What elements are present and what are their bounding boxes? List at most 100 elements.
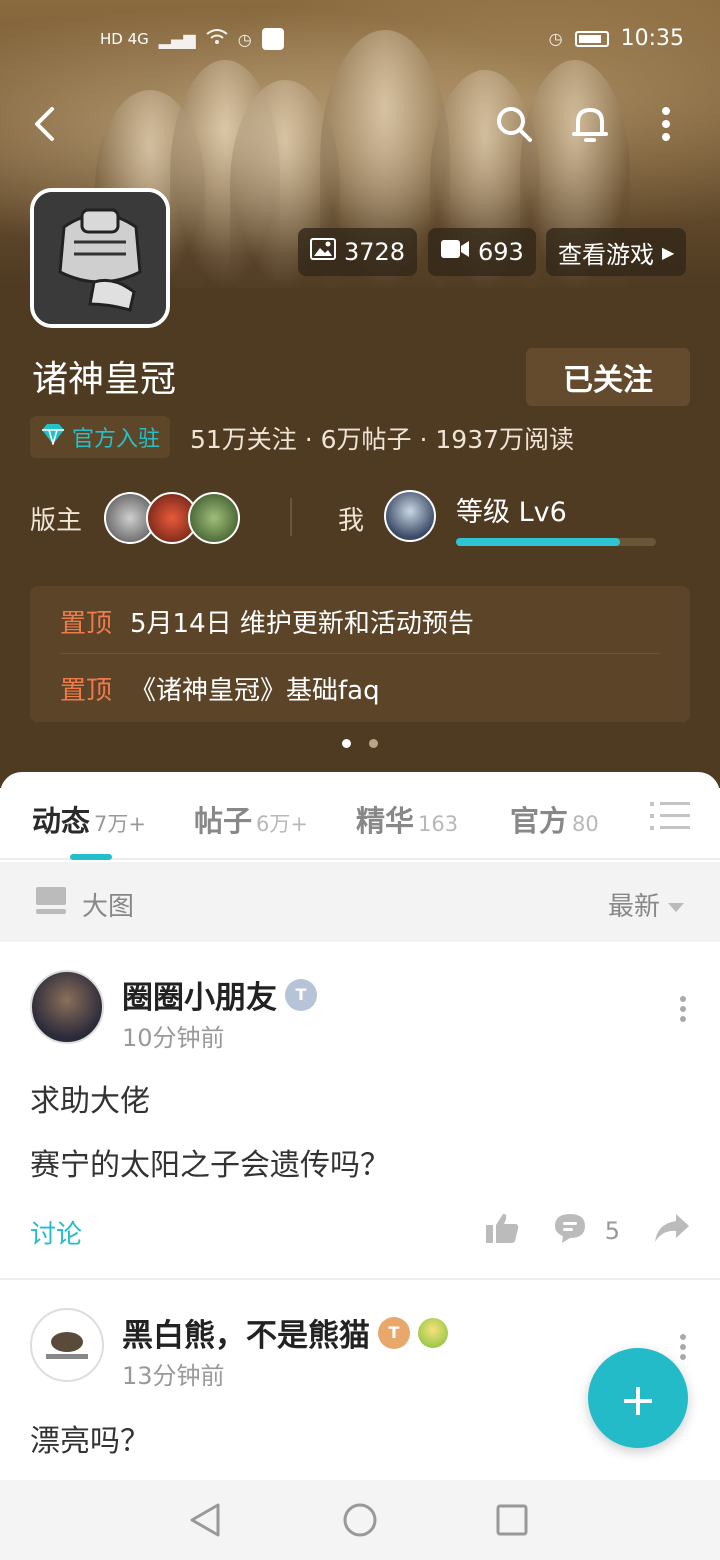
tab-list-icon[interactable] bbox=[650, 802, 690, 830]
pinned-tag: 置顶 bbox=[60, 675, 113, 706]
bell-icon[interactable] bbox=[566, 100, 614, 148]
image-icon bbox=[310, 238, 336, 266]
image-count: 3728 bbox=[344, 238, 406, 266]
game-title: 诸神皇冠 bbox=[32, 359, 177, 400]
level-progress-fill bbox=[456, 538, 620, 546]
post-more-icon[interactable] bbox=[678, 996, 688, 1026]
post-more-icon[interactable] bbox=[678, 1334, 688, 1364]
view-game-button[interactable]: 查看游戏 ▶ bbox=[546, 228, 687, 276]
divider bbox=[290, 498, 292, 536]
tab-label: 精华 bbox=[356, 804, 415, 838]
app-notification-icon bbox=[261, 28, 284, 50]
page-dot bbox=[369, 739, 378, 748]
me-label: 我 bbox=[338, 506, 365, 536]
more-menu-icon[interactable] bbox=[642, 100, 690, 148]
author-name-row: 黑白熊，不是熊猫 T bbox=[122, 1310, 448, 1355]
official-label: 官方入驻 bbox=[72, 427, 161, 452]
create-post-button[interactable] bbox=[588, 1348, 688, 1448]
level-progress-bar bbox=[456, 538, 656, 546]
system-home-icon[interactable] bbox=[340, 1500, 380, 1540]
feed-post[interactable]: 圈圈小朋友 T 10分钟前 求助大佬 赛宁的太阳之子会遗传吗？ 讨论 5 bbox=[0, 942, 720, 1278]
game-stats: 51万关注 · 6万帖子 · 1937万阅读 bbox=[190, 425, 575, 454]
status-time: 10:35 bbox=[620, 26, 684, 51]
post-time: 10分钟前 bbox=[122, 1024, 225, 1052]
large-image-icon bbox=[36, 887, 66, 922]
author-avatar[interactable] bbox=[30, 970, 104, 1044]
sort-label: 最新 bbox=[607, 892, 660, 922]
moderator-avatar[interactable] bbox=[188, 492, 240, 544]
level-text: 等级 Lv6 bbox=[456, 497, 567, 528]
network-label: HD 4G bbox=[100, 30, 149, 48]
tab-posts[interactable]: 帖子 6万+ bbox=[194, 798, 308, 840]
pinned-item[interactable]: 置顶 5月14日 维护更新和活动预告 bbox=[60, 588, 660, 654]
tab-official[interactable]: 官方 80 bbox=[510, 798, 599, 840]
author-name[interactable]: 圈圈小朋友 bbox=[122, 972, 277, 1017]
page-dot-active bbox=[342, 739, 351, 748]
follow-button[interactable]: 已关注 bbox=[526, 348, 690, 406]
pinned-posts: 置顶 5月14日 维护更新和活动预告 置顶 《诸神皇冠》基础faq bbox=[30, 586, 690, 722]
pinned-title: 《诸神皇冠》基础faq bbox=[130, 675, 380, 706]
share-icon[interactable] bbox=[654, 1213, 690, 1249]
back-icon[interactable] bbox=[20, 100, 68, 148]
tab-feed[interactable]: 动态 7万+ bbox=[32, 798, 146, 840]
chevron-down-icon bbox=[668, 890, 684, 920]
alarm-small-icon: ◷ bbox=[237, 29, 252, 49]
post-actions: 5 bbox=[485, 1212, 690, 1250]
post-time: 13分钟前 bbox=[122, 1362, 225, 1390]
post-text-line: 求助大佬 bbox=[30, 1084, 150, 1119]
tab-count: 163 bbox=[418, 812, 459, 836]
signal-icon: ▂▄▆ bbox=[158, 29, 196, 49]
author-avatar[interactable] bbox=[30, 1308, 104, 1382]
video-icon bbox=[440, 238, 470, 266]
view-mode-toggle[interactable]: 大图 bbox=[36, 886, 134, 923]
anime-badge-icon bbox=[418, 1317, 448, 1348]
plus-icon bbox=[622, 1366, 654, 1431]
diamond-icon bbox=[40, 423, 66, 451]
post-topic-tag[interactable]: 讨论 bbox=[30, 1214, 82, 1251]
video-count-chip[interactable]: 693 bbox=[428, 228, 536, 276]
user-level-badge: T bbox=[378, 1316, 410, 1349]
tab-count: 6万+ bbox=[256, 812, 308, 836]
pinned-item[interactable]: 置顶 《诸神皇冠》基础faq bbox=[60, 655, 660, 721]
wifi-icon bbox=[206, 29, 228, 49]
system-back-icon[interactable] bbox=[186, 1500, 226, 1540]
my-avatar[interactable] bbox=[384, 490, 436, 542]
view-mode-label: 大图 bbox=[82, 892, 135, 922]
comment-icon bbox=[553, 1212, 587, 1250]
status-bar: HD 4G ▂▄▆ ◷ ◷ 10:35 bbox=[0, 24, 720, 60]
tab-label: 动态 bbox=[32, 804, 91, 838]
tab-featured[interactable]: 精华 163 bbox=[356, 798, 458, 840]
comment-count: 5 bbox=[604, 1217, 620, 1245]
video-count: 693 bbox=[478, 238, 524, 266]
filter-bar: 大图 最新 bbox=[0, 862, 720, 942]
page-indicator bbox=[342, 739, 378, 748]
post-text-line: 漂亮吗？ bbox=[30, 1424, 150, 1459]
like-icon[interactable] bbox=[485, 1212, 519, 1250]
search-icon[interactable] bbox=[490, 100, 538, 148]
system-recents-icon[interactable] bbox=[492, 1500, 532, 1540]
battery-icon bbox=[574, 30, 609, 47]
view-game-label: 查看游戏 bbox=[558, 240, 654, 269]
game-icon bbox=[30, 188, 170, 328]
author-name[interactable]: 黑白熊，不是熊猫 bbox=[122, 1310, 370, 1355]
author-name-row: 圈圈小朋友 T bbox=[122, 972, 317, 1017]
moderator-label: 版主 bbox=[30, 506, 83, 536]
system-navigation-bar bbox=[0, 1480, 720, 1560]
image-count-chip[interactable]: 3728 bbox=[298, 228, 418, 276]
tab-label: 帖子 bbox=[194, 804, 253, 838]
pinned-title: 5月14日 维护更新和活动预告 bbox=[130, 608, 474, 639]
active-tab-indicator bbox=[70, 854, 112, 860]
comment-button[interactable]: 5 bbox=[553, 1212, 620, 1250]
tab-label: 官方 bbox=[510, 804, 569, 838]
tab-count: 80 bbox=[572, 812, 599, 836]
official-badge: 官方入驻 bbox=[30, 416, 171, 458]
user-level-badge: T bbox=[285, 978, 317, 1011]
divider bbox=[60, 653, 660, 654]
tab-count: 7万+ bbox=[94, 812, 146, 836]
feed-panel: 动态 7万+ 帖子 6万+ 精华 163 官方 80 大图 最新 圈圈小朋友 T… bbox=[0, 772, 720, 1560]
post-text-line: 赛宁的太阳之子会遗传吗？ bbox=[30, 1148, 390, 1183]
sort-dropdown[interactable]: 最新 bbox=[608, 886, 684, 923]
tab-bar: 动态 7万+ 帖子 6万+ 精华 163 官方 80 bbox=[0, 772, 720, 860]
alarm-icon: ◷ bbox=[548, 29, 563, 48]
play-arrow-icon: ▶ bbox=[662, 242, 675, 262]
